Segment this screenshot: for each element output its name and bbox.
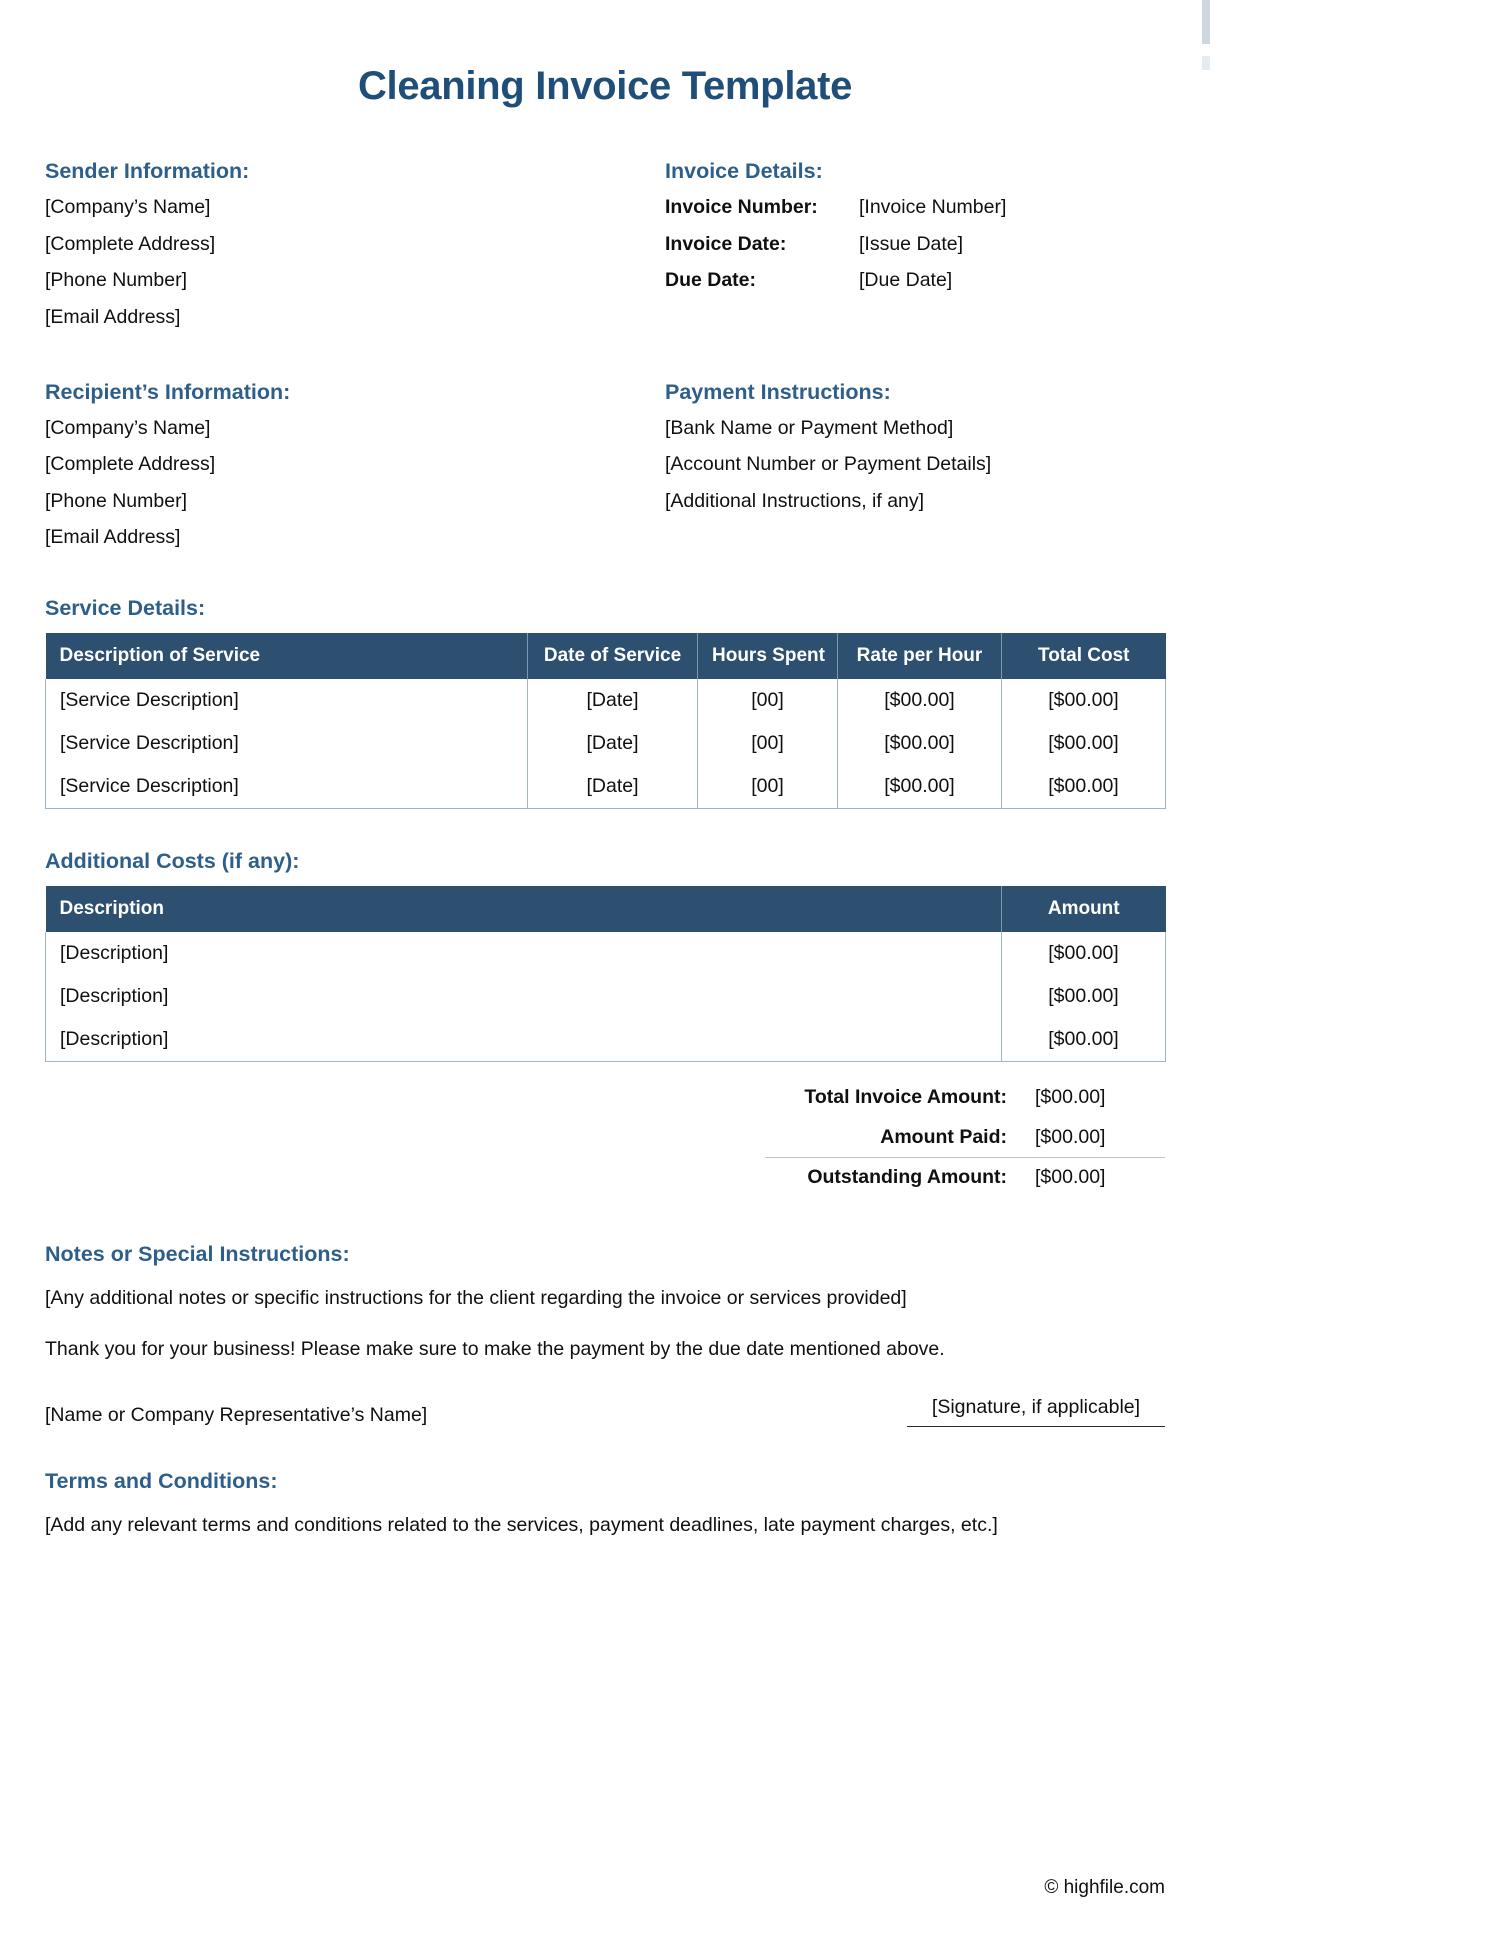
sender-information-block: Sender Information: [Company’s Name] [Co… — [45, 159, 665, 336]
additional-costs-header-row: Description Amount — [45, 886, 1166, 932]
outstanding-amount-row: Outstanding Amount: [$00.00] — [765, 1158, 1165, 1198]
service-hours-cell[interactable]: [00] — [697, 765, 838, 809]
terms-and-conditions-heading: Terms and Conditions: — [45, 1468, 278, 1493]
recipient-address: [Complete Address] — [45, 453, 216, 475]
sender-information-heading: Sender Information: — [45, 159, 250, 183]
due-date-value: [Due Date] — [859, 269, 953, 291]
page-edge-mark-second — [1202, 56, 1210, 70]
page-edge-mark-top — [1202, 0, 1210, 44]
service-total-cell[interactable]: [$00.00] — [1001, 679, 1166, 722]
signature-row: [Name or Company Representative’s Name] … — [45, 1396, 1165, 1427]
table-row: [Service Description] [Date] [00] [$00.0… — [45, 679, 1166, 722]
sender-company-name: [Company’s Name] — [45, 196, 211, 218]
payment-bank-name: [Bank Name or Payment Method] — [665, 416, 954, 439]
second-info-columns: Recipient’s Information: [Company’s Name… — [45, 380, 1165, 557]
outstanding-amount-label: Outstanding Amount: — [807, 1166, 1007, 1188]
top-info-columns: Sender Information: [Company’s Name] [Co… — [45, 159, 1165, 336]
additional-cost-description-cell[interactable]: [Description] — [45, 932, 1002, 975]
totals-table: Total Invoice Amount: [$00.00] Amount Pa… — [765, 1078, 1165, 1198]
recipient-phone: [Phone Number] — [45, 489, 187, 512]
service-rate-cell[interactable]: [$00.00] — [837, 765, 1002, 809]
page-title: Cleaning Invoice Template — [357, 64, 853, 108]
col-amount: Amount — [1001, 886, 1166, 932]
service-description-cell[interactable]: [Service Description] — [45, 679, 528, 722]
recipient-company-name: [Company’s Name] — [45, 416, 211, 439]
total-invoice-amount-row: Total Invoice Amount: [$00.00] — [765, 1078, 1165, 1118]
due-date-label: Due Date: — [665, 269, 757, 291]
amount-paid-row: Amount Paid: [$00.00] — [765, 1117, 1165, 1158]
recipient-email: [Email Address] — [45, 526, 181, 548]
due-date-row: Due Date: [Due Date] — [665, 263, 1165, 300]
service-rate-cell[interactable]: [$00.00] — [837, 679, 1002, 722]
amount-paid-label: Amount Paid: — [765, 1117, 1029, 1158]
table-row: [Description] [$00.00] — [45, 975, 1166, 1018]
table-row: [Description] [$00.00] — [45, 1018, 1166, 1062]
invoice-details-block: Invoice Details: Invoice Number: [Invoic… — [665, 159, 1165, 336]
invoice-number-row: Invoice Number: [Invoice Number] — [665, 184, 1165, 226]
service-description-cell[interactable]: [Service Description] — [45, 722, 528, 765]
terms-and-conditions-text[interactable]: [Add any relevant terms and conditions r… — [45, 1515, 1165, 1536]
payment-instructions-block: Payment Instructions: [Bank Name or Paym… — [665, 380, 1165, 557]
service-rate-cell[interactable]: [$00.00] — [837, 722, 1002, 765]
service-hours-cell[interactable]: [00] — [697, 722, 838, 765]
sender-phone: [Phone Number] — [45, 269, 187, 291]
payment-account-number: [Account Number or Payment Details] — [665, 453, 992, 475]
invoice-date-value: [Issue Date] — [859, 232, 964, 255]
invoice-details-heading: Invoice Details: — [665, 159, 823, 183]
col-date-of-service: Date of Service — [527, 633, 698, 679]
col-hours-spent: Hours Spent — [697, 633, 838, 679]
total-invoice-amount-value[interactable]: [$00.00] — [1029, 1078, 1165, 1118]
additional-cost-description-cell[interactable]: [Description] — [45, 1018, 1002, 1062]
table-row: [Service Description] [Date] [00] [$00.0… — [45, 722, 1166, 765]
table-row: [Service Description] [Date] [00] [$00.0… — [45, 765, 1166, 809]
additional-cost-amount-cell[interactable]: [$00.00] — [1001, 1018, 1166, 1062]
additional-cost-amount-cell[interactable]: [$00.00] — [1001, 975, 1166, 1018]
notes-heading: Notes or Special Instructions: — [45, 1241, 350, 1266]
totals-section: Total Invoice Amount: [$00.00] Amount Pa… — [45, 1078, 1165, 1198]
service-total-cell[interactable]: [$00.00] — [1001, 765, 1166, 809]
total-invoice-amount-label: Total Invoice Amount: — [804, 1086, 1007, 1108]
outstanding-amount-value[interactable]: [$00.00] — [1029, 1158, 1165, 1198]
table-row: [Description] [$00.00] — [45, 932, 1166, 975]
col-total-cost: Total Cost — [1001, 633, 1166, 679]
sender-email: [Email Address] — [45, 305, 181, 328]
invoice-date-label: Invoice Date: — [665, 232, 787, 255]
col-description-of-service: Description of Service — [45, 633, 528, 679]
payment-additional-instructions: [Additional Instructions, if any] — [665, 489, 925, 512]
sender-address: [Complete Address] — [45, 232, 216, 255]
recipient-information-block: Recipient’s Information: [Company’s Name… — [45, 380, 665, 557]
col-description: Description — [45, 886, 1002, 932]
invoice-number-value: [Invoice Number] — [859, 196, 1007, 218]
service-date-cell[interactable]: [Date] — [527, 679, 698, 722]
service-details-header-row: Description of Service Date of Service H… — [45, 633, 1166, 679]
footer-copyright: © highfile.com — [1044, 1877, 1165, 1898]
service-total-cell[interactable]: [$00.00] — [1001, 722, 1166, 765]
col-rate-per-hour: Rate per Hour — [837, 633, 1002, 679]
service-date-cell[interactable]: [Date] — [527, 765, 698, 809]
service-description-cell[interactable]: [Service Description] — [45, 765, 528, 809]
service-date-cell[interactable]: [Date] — [527, 722, 698, 765]
service-details-heading: Service Details: — [45, 596, 206, 620]
thank-you-text: Thank you for your business! Please make… — [45, 1338, 945, 1360]
additional-cost-amount-cell[interactable]: [$00.00] — [1001, 932, 1166, 975]
additional-costs-table: Description Amount [Description] [$00.00… — [45, 886, 1166, 1062]
representative-name[interactable]: [Name or Company Representative’s Name] — [45, 1404, 427, 1427]
invoice-document: Cleaning Invoice Template Sender Informa… — [0, 0, 1210, 1941]
signature-field[interactable]: [Signature, if applicable] — [907, 1396, 1165, 1427]
additional-costs-heading: Additional Costs (if any): — [45, 849, 300, 873]
payment-instructions-heading: Payment Instructions: — [665, 379, 891, 404]
additional-cost-description-cell[interactable]: [Description] — [45, 975, 1002, 1018]
notes-placeholder-text[interactable]: [Any additional notes or specific instru… — [45, 1288, 1165, 1309]
invoice-date-row: Invoice Date: [Issue Date] — [665, 226, 1165, 263]
service-details-table: Description of Service Date of Service H… — [45, 633, 1166, 809]
recipient-information-heading: Recipient’s Information: — [45, 379, 291, 404]
amount-paid-value[interactable]: [$00.00] — [1029, 1117, 1165, 1158]
invoice-number-label: Invoice Number: — [665, 196, 818, 218]
service-hours-cell[interactable]: [00] — [697, 679, 838, 722]
